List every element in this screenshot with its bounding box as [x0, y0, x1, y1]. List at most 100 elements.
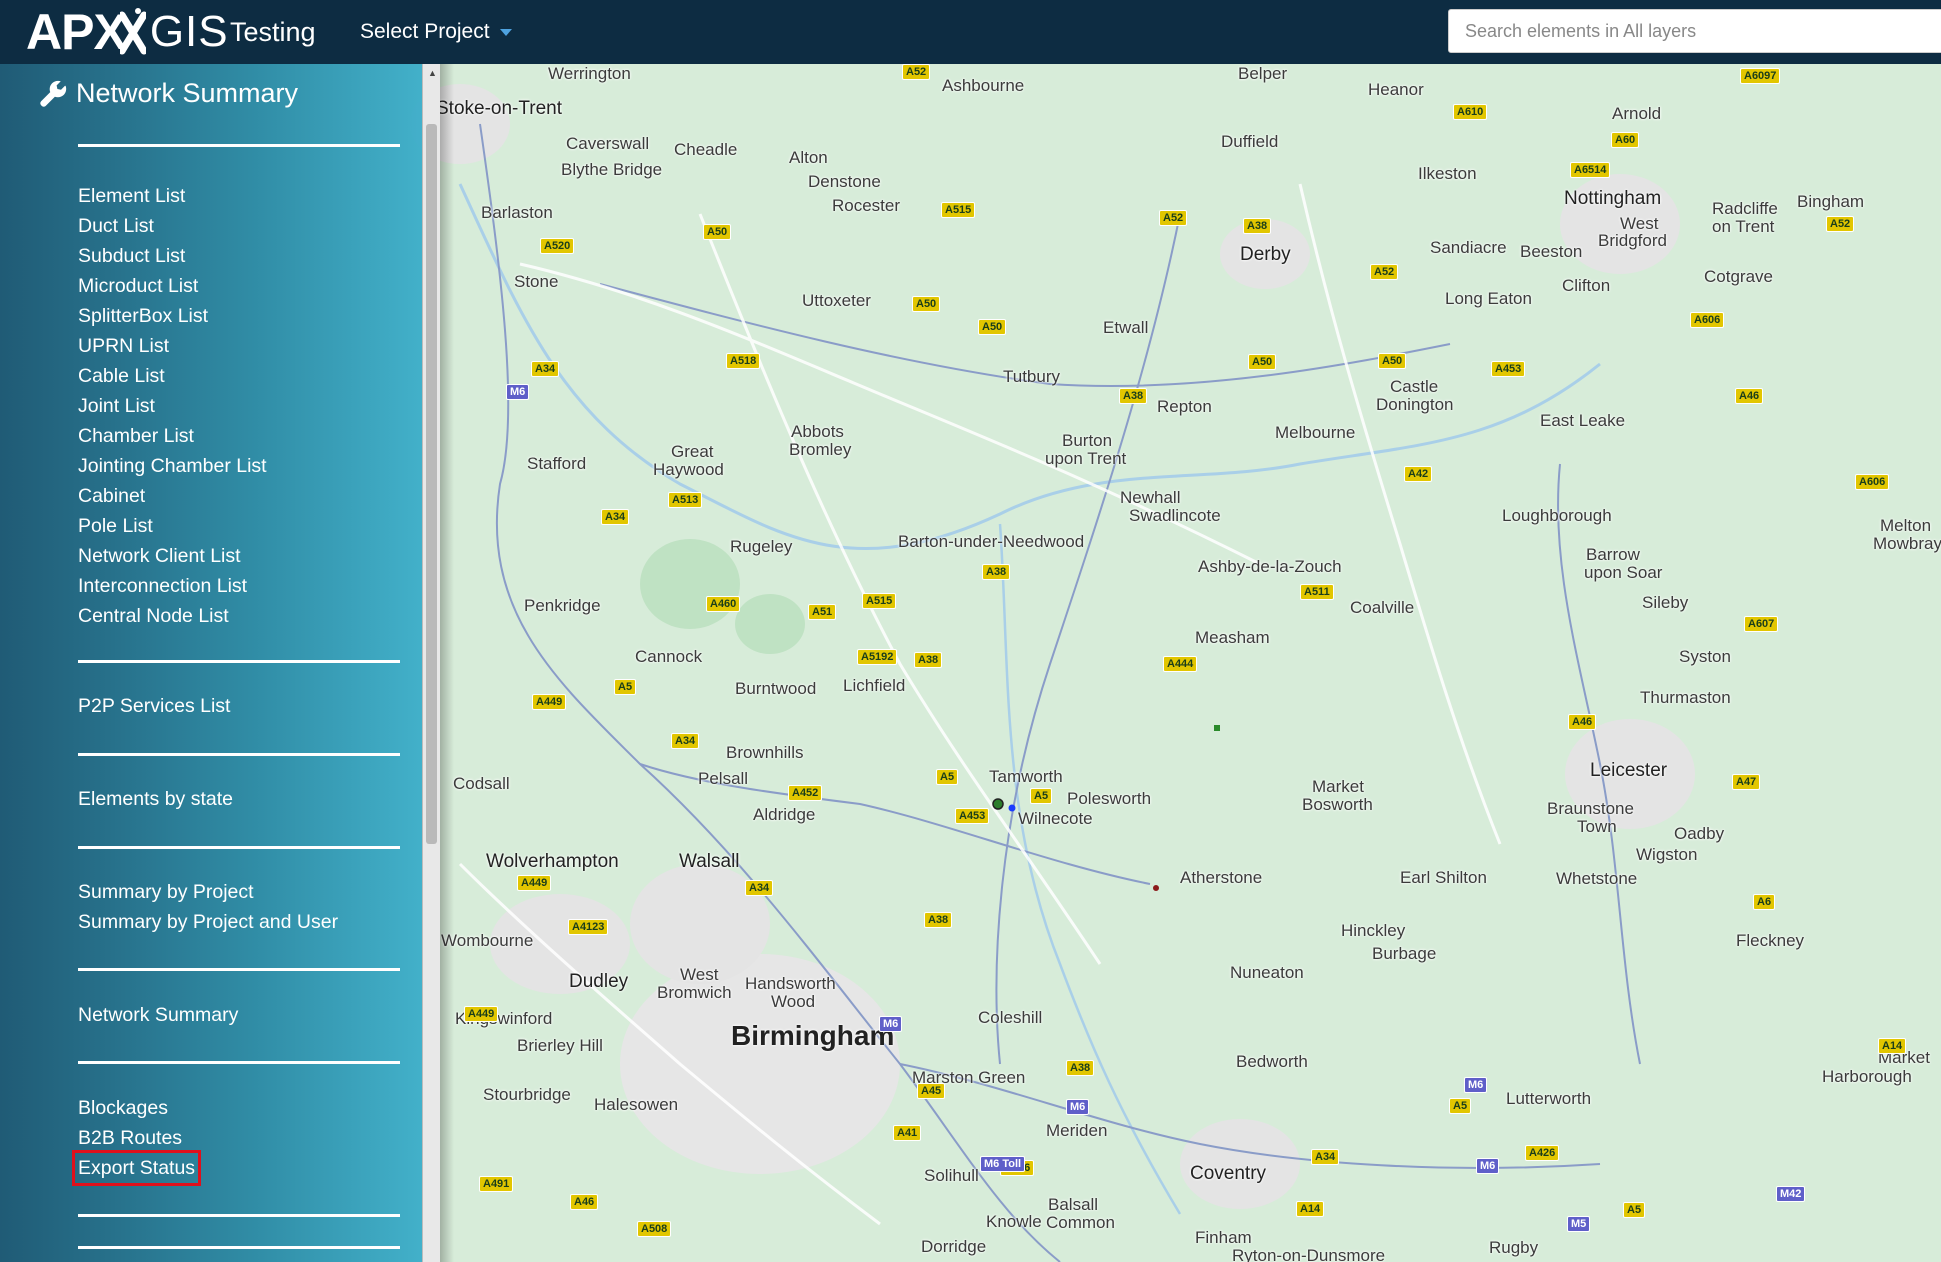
map-town-label: Nuneaton	[1230, 963, 1304, 982]
map-town-label: upon Trent	[1045, 449, 1127, 468]
map-road-label: A51	[808, 604, 837, 620]
sidebar-item-summary-by-project[interactable]: Summary by Project	[78, 877, 338, 907]
map-town-label: Penkridge	[524, 596, 601, 615]
map-road-label: A14	[1878, 1038, 1907, 1054]
map-road-label: A34	[601, 509, 630, 525]
sidebar-item-central-node-list[interactable]: Central Node List	[78, 601, 267, 631]
map-town-label: Wood	[771, 992, 816, 1011]
sidebar-item-blockages[interactable]: Blockages	[78, 1093, 195, 1123]
map-road-label: A52	[1159, 210, 1188, 226]
map-town-label: West	[680, 965, 719, 984]
map-town-label: Lichfield	[843, 676, 906, 695]
search-input[interactable]	[1448, 9, 1941, 53]
sidebar-item-jointing-chamber-list[interactable]: Jointing Chamber List	[78, 451, 267, 481]
sidebar-item-uprn-list[interactable]: UPRN List	[78, 331, 267, 361]
map-town-label: Finham	[1195, 1228, 1252, 1247]
map-town-label: Swadlincote	[1129, 506, 1221, 525]
map-town-label: upon Soar	[1584, 563, 1663, 582]
map-town-label: Barlaston	[481, 203, 553, 222]
map-town-label: Dorridge	[921, 1237, 987, 1256]
map-town-label: Great	[671, 442, 714, 461]
map-road-label: A14	[1296, 1201, 1325, 1217]
map-road-label: A5	[614, 679, 637, 695]
map-town-label: Stoke-on-Trent	[436, 98, 563, 119]
map-road-label: M6	[1066, 1099, 1090, 1115]
sidebar-group-summary: Summary by Project Summary by Project an…	[78, 877, 338, 937]
sidebar-item-subduct-list[interactable]: Subduct List	[78, 241, 267, 271]
map-road-label: A46	[1568, 714, 1597, 730]
sidebar-item-elements-by-state[interactable]: Elements by state	[78, 784, 233, 814]
app-logo[interactable]: APX GIS	[26, 2, 229, 62]
sidebar-item-interconnection-list[interactable]: Interconnection List	[78, 571, 267, 601]
sidebar-scrollbar[interactable]: ▲	[422, 64, 440, 1262]
map-road-label: M5	[1567, 1216, 1591, 1232]
map-town-label: Whetstone	[1556, 869, 1638, 888]
map-road-label: A491	[479, 1176, 514, 1192]
map-town-label: Stafford	[527, 454, 587, 473]
sidebar-divider	[78, 968, 400, 971]
map-town-label: Fleckney	[1736, 931, 1805, 950]
map-town-label: Cotgrave	[1704, 267, 1773, 286]
map-town-label: Long Eaton	[1445, 289, 1532, 308]
sidebar-item-export-status[interactable]: Export Status	[71, 1150, 202, 1186]
map-town-label: Wombourne	[441, 931, 534, 950]
map-road-label: A607	[1744, 616, 1779, 632]
sidebar-item-joint-list[interactable]: Joint List	[78, 391, 267, 421]
map-road-label: A426	[1525, 1145, 1560, 1161]
sidebar-item-network-summary[interactable]: Network Summary	[78, 1000, 238, 1030]
map-road-label: A511	[1300, 584, 1334, 600]
map-road-label: A5	[1449, 1098, 1472, 1114]
sidebar-item-element-list[interactable]: Element List	[78, 181, 267, 211]
map-road-label: A46	[1735, 388, 1764, 404]
map-town-label: Aldridge	[753, 805, 816, 824]
map-town-label: Measham	[1195, 628, 1270, 647]
sidebar-item-network-client-list[interactable]: Network Client List	[78, 541, 267, 571]
map-town-label: Wigston	[1636, 845, 1698, 864]
sidebar-item-summary-by-project-and-user[interactable]: Summary by Project and User	[78, 907, 338, 937]
map-town-label: Duffield	[1221, 132, 1279, 151]
map-town-label: Coalville	[1350, 598, 1415, 617]
map-road-label: A449	[464, 1006, 499, 1022]
sidebar-item-b2b-routes[interactable]: B2B Routes	[78, 1123, 195, 1153]
map-road-label: A50	[978, 319, 1007, 335]
map-town-label: Rugby	[1489, 1238, 1539, 1257]
map-town-label: East Leake	[1540, 411, 1626, 430]
map-road-label: A50	[1248, 354, 1277, 370]
sidebar-divider	[78, 660, 400, 663]
scroll-up-arrow-icon[interactable]: ▲	[428, 68, 437, 78]
sidebar-item-chamber-list[interactable]: Chamber List	[78, 421, 267, 451]
select-project-dropdown[interactable]: Select Project	[360, 20, 512, 44]
sidebar-item-splitterbox-list[interactable]: SplitterBox List	[78, 301, 267, 331]
map-town-label: Nottingham	[1564, 188, 1662, 209]
map-town-label: Braunstone	[1547, 799, 1634, 818]
map-road-label: A38	[924, 912, 953, 928]
sidebar-item-duct-list[interactable]: Duct List	[78, 211, 267, 241]
sidebar-item-cable-list[interactable]: Cable List	[78, 361, 267, 391]
map-road-label: A606	[1690, 312, 1725, 328]
map-road-label: A46	[570, 1194, 599, 1210]
map-town-label: Heanor	[1368, 80, 1424, 99]
map-town-label: Denstone	[808, 172, 881, 191]
sidebar-group-lists: Element List Duct List Subduct List Micr…	[78, 181, 267, 631]
caret-down-icon	[499, 28, 512, 36]
map-road-label: A34	[745, 880, 774, 896]
sidebar-item-p2p-services-list[interactable]: P2P Services List	[78, 691, 230, 721]
sidebar-item-cabinet[interactable]: Cabinet	[78, 481, 267, 511]
map-town-label: Barrow	[1586, 545, 1640, 564]
sidebar-divider	[78, 1246, 400, 1249]
map-town-label: Blythe Bridge	[561, 160, 663, 179]
map-town-label: Clifton	[1562, 276, 1611, 295]
sidebar-item-microduct-list[interactable]: Microduct List	[78, 271, 267, 301]
map-town-label: Bedworth	[1236, 1052, 1308, 1071]
map-town-label: Thurmaston	[1640, 688, 1731, 707]
map-town-label: Halesowen	[594, 1095, 679, 1114]
map-road-label: A515	[862, 593, 897, 609]
map-road-label: A34	[1311, 1149, 1340, 1165]
map-road-label: A518	[726, 353, 761, 369]
map-road-label: A606	[1855, 474, 1890, 490]
scrollbar-thumb[interactable]	[426, 124, 437, 844]
map-town-label: Arnold	[1612, 104, 1662, 123]
map-town-label: Alton	[789, 148, 828, 167]
sidebar-item-pole-list[interactable]: Pole List	[78, 511, 267, 541]
top-bar: APX GIS Testing Select Project	[0, 0, 1941, 64]
